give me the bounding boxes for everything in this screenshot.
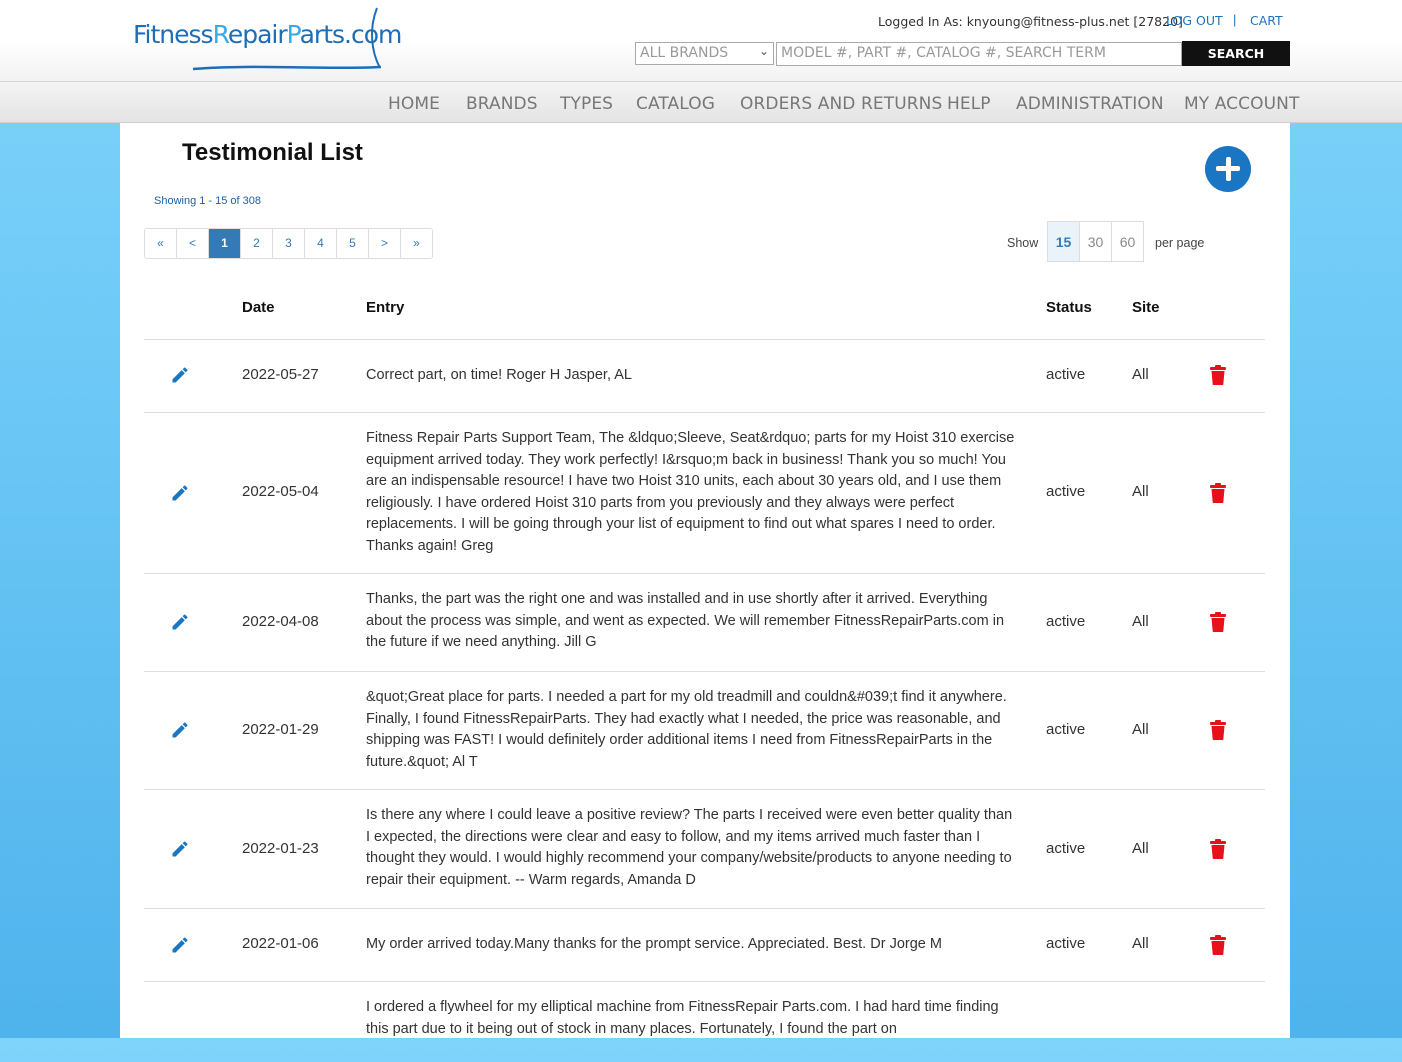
trash-icon[interactable]: [1210, 483, 1226, 503]
cell-status: active: [1046, 366, 1086, 383]
nav-item-catalog[interactable]: CATALOG: [636, 94, 715, 114]
pager-first[interactable]: «: [145, 229, 177, 258]
main-nav: HOME BRANDS TYPES CATALOG ORDERS AND RET…: [0, 82, 1402, 123]
cell-entry: &quot;Great place for parts. I needed a …: [366, 689, 1007, 770]
nav-item-help[interactable]: HELP: [947, 94, 991, 114]
search-input[interactable]: MODEL #, PART #, CATALOG #, SEARCH TERM: [776, 42, 1182, 66]
trash-icon[interactable]: [1210, 612, 1226, 632]
nav-item-types[interactable]: TYPES: [560, 94, 613, 114]
pencil-icon[interactable]: [170, 483, 190, 503]
cart-link[interactable]: CART: [1250, 13, 1283, 28]
cell-entry: Is there any where I could leave a posit…: [366, 807, 1013, 888]
search-button[interactable]: SEARCH: [1182, 41, 1290, 66]
table-row: 2022-04-08 Thanks, the part was the righ…: [144, 574, 1265, 672]
site-logo[interactable]: FitnessRepairParts.com: [133, 6, 402, 76]
brand-select[interactable]: ALL BRANDS ⌄: [635, 42, 774, 65]
cell-entry: My order arrived today.Many thanks for t…: [366, 936, 942, 952]
top-header: FitnessRepairParts.com Logged In As: kny…: [0, 0, 1402, 82]
cell-site: All: [1132, 935, 1149, 952]
trash-icon[interactable]: [1210, 720, 1226, 740]
page-title: Testimonial List: [182, 139, 363, 166]
table-row: 2022-01-06 My order arrived today.Many t…: [144, 909, 1265, 982]
results-count: Showing 1 - 15 of 308: [154, 195, 262, 207]
cell-date: 2022-01-29: [242, 721, 319, 738]
table-row: I ordered a flywheel for my elliptical m…: [144, 982, 1265, 1062]
cell-entry: Thanks, the part was the right one and w…: [366, 591, 1005, 650]
cell-date: 2022-05-04: [242, 483, 319, 500]
add-testimonial-button[interactable]: [1205, 146, 1251, 192]
nav-item-home[interactable]: HOME: [388, 94, 440, 114]
pager-next[interactable]: >: [369, 229, 401, 258]
header-site: Site: [1132, 299, 1160, 316]
logout-link[interactable]: LOG OUT: [1166, 13, 1223, 28]
cell-status: active: [1046, 721, 1086, 738]
header-entry: Entry: [366, 299, 405, 316]
cell-date: 2022-01-06: [242, 935, 319, 952]
header-status: Status: [1046, 299, 1092, 316]
trash-icon[interactable]: [1210, 365, 1226, 385]
per-page-options: 15 30 60: [1047, 221, 1144, 262]
pager-page-3[interactable]: 3: [273, 229, 305, 258]
trash-icon[interactable]: [1210, 839, 1226, 859]
cell-site: All: [1132, 721, 1149, 738]
cell-entry: I ordered a flywheel for my elliptical m…: [366, 999, 999, 1037]
cell-status: active: [1046, 483, 1086, 500]
pencil-icon[interactable]: [170, 365, 190, 385]
table-row: 2022-01-23 Is there any where I could le…: [144, 790, 1265, 909]
cell-date: 2022-01-23: [242, 840, 319, 857]
cell-site: All: [1132, 840, 1149, 857]
show-label: Show: [1007, 236, 1039, 250]
per-page-60[interactable]: 60: [1111, 221, 1144, 262]
cell-site: All: [1132, 613, 1149, 630]
cell-entry: Correct part, on time! Roger H Jasper, A…: [366, 367, 632, 383]
nav-item-orders-and-returns[interactable]: ORDERS AND RETURNS: [740, 94, 942, 114]
pager-last[interactable]: »: [401, 229, 432, 258]
chevron-down-icon: ⌄: [758, 44, 769, 58]
pager-page-5[interactable]: 5: [337, 229, 369, 258]
table-row: 2022-01-29 &quot;Great place for parts. …: [144, 672, 1265, 790]
nav-item-brands[interactable]: BRANDS: [466, 94, 538, 114]
cell-date: 2022-04-08: [242, 613, 319, 630]
per-page-15[interactable]: 15: [1047, 221, 1080, 262]
per-page-label: per page: [1155, 236, 1205, 250]
table-row: 2022-05-04 Fitness Repair Parts Support …: [144, 413, 1265, 574]
cell-status: active: [1046, 613, 1086, 630]
nav-item-administration[interactable]: ADMINISTRATION: [1016, 94, 1164, 114]
testimonial-table: Date Entry Status Site 2022-05-27 Correc…: [144, 273, 1265, 1062]
pencil-icon[interactable]: [170, 720, 190, 740]
cell-status: active: [1046, 840, 1086, 857]
header-separator: |: [1233, 12, 1237, 27]
trash-icon[interactable]: [1210, 935, 1226, 955]
pencil-icon[interactable]: [170, 839, 190, 859]
main-content: Testimonial List Showing 1 - 15 of 308 «…: [120, 123, 1290, 1038]
per-page-30[interactable]: 30: [1079, 221, 1112, 262]
logo-text: FitnessRepairParts.com: [133, 20, 402, 49]
login-status: Logged In As: knyoung@fitness-plus.net […: [878, 14, 1183, 29]
brand-select-value: ALL BRANDS: [640, 45, 729, 61]
pager-page-2[interactable]: 2: [241, 229, 273, 258]
pencil-icon[interactable]: [170, 935, 190, 955]
cell-date: 2022-05-27: [242, 366, 319, 383]
table-row: 2022-05-27 Correct part, on time! Roger …: [144, 340, 1265, 413]
pencil-icon[interactable]: [170, 612, 190, 632]
table-header: Date Entry Status Site: [144, 273, 1265, 340]
pager-prev[interactable]: <: [177, 229, 209, 258]
pager-page-4[interactable]: 4: [305, 229, 337, 258]
cell-status: active: [1046, 935, 1086, 952]
pager-page-1[interactable]: 1: [209, 229, 241, 258]
nav-item-my-account[interactable]: MY ACCOUNT: [1184, 94, 1299, 114]
pagination: « < 1 2 3 4 5 > »: [144, 228, 433, 259]
cell-entry: Fitness Repair Parts Support Team, The &…: [366, 430, 1015, 554]
cell-site: All: [1132, 483, 1149, 500]
header-date: Date: [242, 299, 275, 316]
cell-site: All: [1132, 366, 1149, 383]
